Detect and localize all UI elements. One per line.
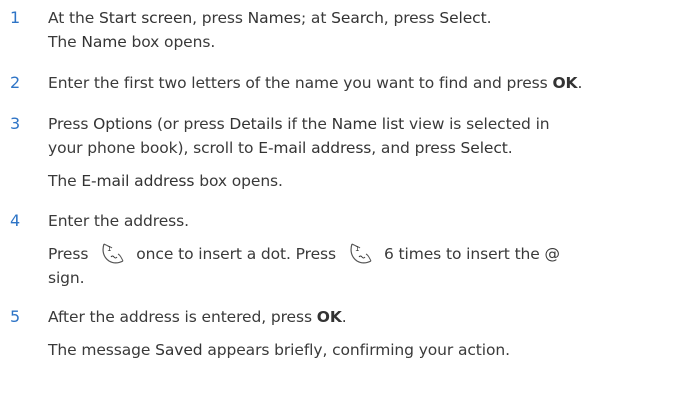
names-term: Names bbox=[247, 9, 301, 27]
saved-term: Saved bbox=[155, 341, 203, 359]
step-detail: Press 1 once to insert a dot. Press 1 6 time… bbox=[48, 242, 694, 266]
options-term: Options bbox=[93, 115, 153, 133]
ok-term: OK bbox=[316, 308, 342, 326]
step-text: Enter the first two letters of the name … bbox=[48, 74, 583, 92]
name-term: Name bbox=[81, 33, 127, 51]
step-result: The E-mail address box opens. bbox=[48, 172, 283, 190]
ok-term: OK bbox=[552, 74, 578, 92]
step-result: The Name box opens. bbox=[48, 33, 216, 51]
phone-key-1-icon: 1 bbox=[348, 242, 374, 266]
phone-key-1-icon: 1 bbox=[100, 242, 126, 266]
step-number: 1 bbox=[10, 8, 21, 27]
svg-text:1: 1 bbox=[107, 245, 111, 253]
step-detail-continued: sign. bbox=[48, 269, 85, 287]
step-number: 2 bbox=[10, 73, 21, 92]
instruction-page: 1 At the Start screen, press Names; at S… bbox=[0, 0, 694, 402]
step-number: 4 bbox=[10, 211, 21, 230]
step-text-continued: your phone book), scroll to E-mail addre… bbox=[48, 139, 513, 157]
name-list-term: Name list bbox=[331, 115, 405, 133]
start-screen-term: Start screen bbox=[99, 9, 193, 27]
step-text: After the address is entered, press OK. bbox=[48, 308, 347, 326]
step-text: Enter the address. bbox=[48, 212, 189, 230]
select-term: Select bbox=[460, 139, 508, 157]
email-address-term: E-mail address bbox=[81, 172, 195, 190]
svg-text:1: 1 bbox=[355, 245, 359, 253]
step-number: 3 bbox=[10, 114, 21, 133]
select-term: Select bbox=[439, 9, 487, 27]
search-term: Search bbox=[331, 9, 384, 27]
step-text: At the Start screen, press Names; at Sea… bbox=[48, 9, 492, 27]
step-result: The message Saved appears briefly, confi… bbox=[48, 341, 510, 359]
step-text: Press Options (or press Details if the N… bbox=[48, 115, 550, 133]
step-number: 5 bbox=[10, 307, 21, 326]
email-address-term: E-mail address bbox=[258, 139, 372, 157]
details-term: Details bbox=[229, 115, 283, 133]
